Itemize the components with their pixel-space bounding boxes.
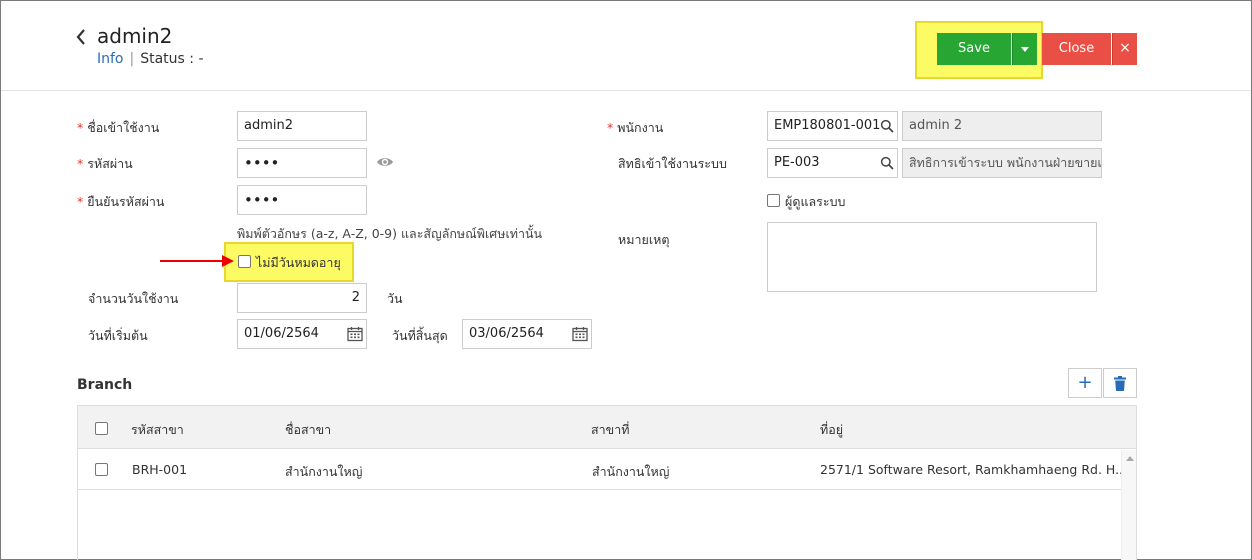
required-mark: * <box>77 120 84 135</box>
calendar-icon[interactable] <box>347 326 363 342</box>
header-subline: Info | Status : - <box>97 51 204 67</box>
days-input[interactable]: 2 <box>237 283 367 313</box>
no-expiry-checkbox[interactable] <box>238 255 251 268</box>
table-row[interactable]: BRH-001 สำนักงานใหญ่ สำนักงานใหญ่ 2571/1… <box>78 450 1127 490</box>
row-code: BRH-001 <box>132 462 188 477</box>
calendar-icon[interactable] <box>572 326 588 342</box>
row-checkbox[interactable] <box>95 463 108 476</box>
eye-icon[interactable] <box>376 154 394 170</box>
username-label: * ชื่อเข้าใช้งาน <box>77 118 159 138</box>
employee-label-text: พนักงาน <box>617 120 664 135</box>
access-right-code-input[interactable]: PE-003 <box>767 148 898 178</box>
confirm-password-input[interactable]: •••• <box>237 185 367 215</box>
delete-branch-button[interactable] <box>1103 368 1137 398</box>
note-label: หมายเหตุ <box>618 232 670 247</box>
select-all-checkbox[interactable] <box>95 422 108 435</box>
table-header: รหัสสาขา ชื่อสาขา สาขาที่ ที่อยู่ <box>78 406 1136 449</box>
password-label: * รหัสผ่าน <box>77 154 133 174</box>
save-dropdown-button[interactable] <box>1012 33 1037 65</box>
employee-label: * พนักงาน <box>607 118 663 138</box>
start-date-label: วันที่เริ่มต้น <box>88 328 148 343</box>
no-expiry-label: ไม่มีวันหมดอายุ <box>256 255 341 270</box>
caret-down-icon <box>1021 47 1029 52</box>
status-label: Status <box>140 51 185 67</box>
save-button[interactable]: Save <box>937 33 1011 65</box>
plus-icon: + <box>1077 372 1093 393</box>
column-header-address[interactable]: ที่อยู่ <box>820 420 843 440</box>
row-name: สำนักงานใหญ่ <box>285 464 363 479</box>
status-colon: : <box>189 51 195 67</box>
search-icon[interactable] <box>880 119 894 133</box>
info-link[interactable]: Info <box>97 51 124 67</box>
employee-name-field: admin 2 <box>902 111 1102 141</box>
row-branch-no: สำนักงานใหญ่ <box>592 464 670 479</box>
column-header-name[interactable]: ชื่อสาขา <box>285 420 331 440</box>
note-textarea[interactable] <box>767 222 1097 292</box>
days-label: จำนวนวันใช้งาน <box>88 291 179 306</box>
admin-label: ผู้ดูแลระบบ <box>785 194 846 209</box>
table-scrollbar[interactable] <box>1121 450 1136 560</box>
column-header-code[interactable]: รหัสสาขา <box>131 420 184 440</box>
close-x-icon[interactable]: × <box>1112 33 1137 65</box>
confirm-password-label: * ยืนยันรหัสผ่าน <box>77 192 164 212</box>
end-date-label: วันที่สิ้นสุด <box>392 328 448 343</box>
close-button[interactable]: Close <box>1042 33 1111 65</box>
branch-title: Branch <box>77 377 133 393</box>
confirm-password-label-text: ยืนยันรหัสผ่าน <box>87 194 165 209</box>
required-mark: * <box>77 194 84 209</box>
access-right-label: สิทธิเข้าใช้งานระบบ <box>618 156 727 171</box>
header-separator: | <box>129 51 135 67</box>
username-label-text: ชื่อเข้าใช้งาน <box>87 120 160 135</box>
page-title: admin2 <box>97 24 173 48</box>
required-mark: * <box>77 156 84 171</box>
scroll-up-icon[interactable] <box>1126 456 1134 461</box>
admin-checkbox[interactable] <box>767 194 780 207</box>
days-unit: วัน <box>387 291 403 306</box>
back-chevron-icon[interactable] <box>74 27 90 47</box>
trash-icon <box>1114 375 1126 396</box>
row-address: 2571/1 Software Resort, Ramkhamhaeng Rd.… <box>820 462 1128 477</box>
access-right-name-field: สิทธิการเข้าระบบ พนักงานฝ่ายขายเ <box>902 148 1102 178</box>
branch-table: รหัสสาขา ชื่อสาขา สาขาที่ ที่อยู่ BRH-00… <box>77 405 1137 560</box>
status-value: - <box>198 51 204 67</box>
password-label-text: รหัสผ่าน <box>87 156 133 171</box>
annotation-arrow-icon <box>222 255 234 267</box>
header-divider <box>1 90 1251 91</box>
column-header-branch-no[interactable]: สาขาที่ <box>591 420 629 440</box>
search-icon[interactable] <box>880 156 894 170</box>
annotation-arrow-line <box>160 260 226 262</box>
employee-code-input[interactable]: EMP180801-001 <box>767 111 898 141</box>
username-input[interactable]: admin2 <box>237 111 367 141</box>
required-mark: * <box>607 120 614 135</box>
add-branch-button[interactable]: + <box>1068 368 1102 398</box>
password-hint: พิมพ์ตัวอักษร (a-z, A-Z, 0-9) และสัญลักษ… <box>237 226 543 241</box>
password-input[interactable]: •••• <box>237 148 367 178</box>
